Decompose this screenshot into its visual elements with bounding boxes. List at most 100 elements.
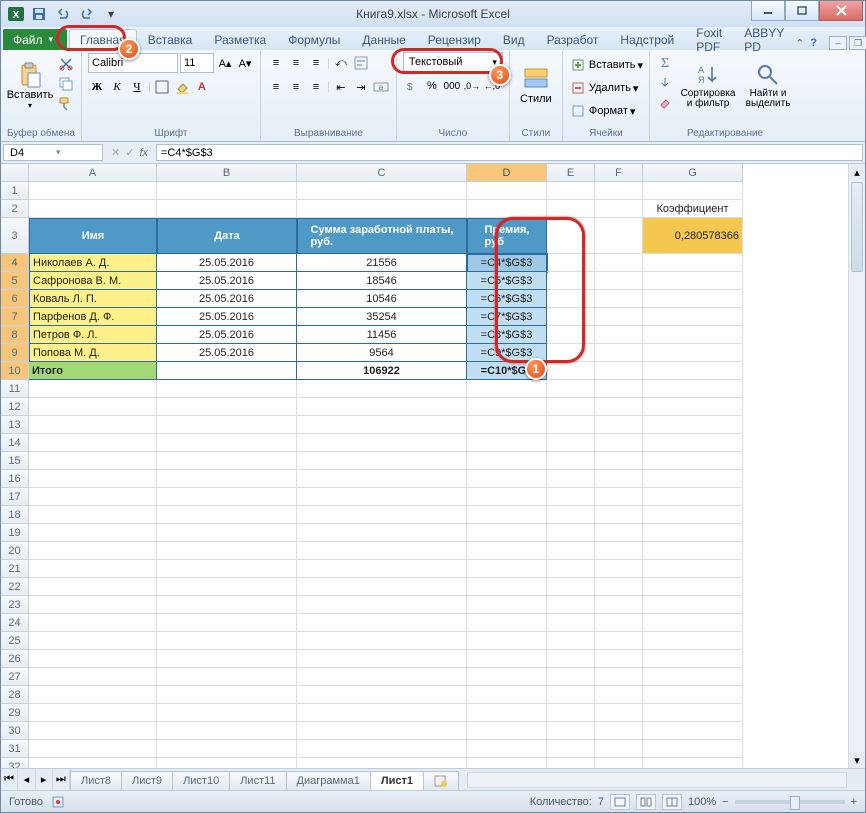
row-header[interactable]: 30 (1, 722, 29, 740)
table-cell[interactable]: Сафронова В. М. (29, 272, 157, 290)
selected-cell[interactable]: =C4*$G$3 (467, 254, 547, 272)
cell[interactable] (297, 542, 467, 560)
fx-icon[interactable]: fx (139, 147, 148, 159)
cell[interactable] (297, 740, 467, 758)
cell[interactable] (595, 758, 643, 768)
cell[interactable] (157, 686, 297, 704)
cell[interactable] (595, 470, 643, 488)
cell[interactable] (29, 416, 157, 434)
cell[interactable] (297, 506, 467, 524)
cell[interactable] (595, 488, 643, 506)
table-cell[interactable]: 11456 (297, 326, 467, 344)
table-cell[interactable]: 9564 (297, 344, 467, 362)
help-icon[interactable]: ? (810, 37, 817, 49)
row-header[interactable]: 1 (1, 182, 29, 200)
cell[interactable] (547, 434, 595, 452)
number-format-select[interactable]: Текстовый ▾ (403, 52, 503, 72)
cell[interactable] (467, 704, 547, 722)
zoom-level[interactable]: 100% (688, 796, 716, 808)
cell[interactable] (29, 506, 157, 524)
cell[interactable] (547, 200, 595, 218)
cell[interactable] (157, 524, 297, 542)
table-cell[interactable]: 25.05.2016 (157, 254, 297, 272)
cell[interactable] (29, 398, 157, 416)
cell[interactable] (467, 200, 547, 218)
cell[interactable] (297, 470, 467, 488)
view-normal-icon[interactable] (610, 794, 630, 810)
cell[interactable] (157, 182, 297, 200)
table-cell[interactable]: Парфенов Д. Ф. (29, 308, 157, 326)
table-cell[interactable]: 25.05.2016 (157, 308, 297, 326)
cell[interactable] (547, 650, 595, 668)
selected-cell[interactable]: =C8*$G$3 (467, 326, 547, 344)
cell[interactable] (643, 434, 743, 452)
row-header[interactable]: 9 (1, 344, 29, 362)
col-header-G[interactable]: G (643, 164, 743, 182)
selected-cell[interactable]: =C10*$G$ (467, 362, 547, 380)
cell[interactable] (643, 632, 743, 650)
cell[interactable] (547, 632, 595, 650)
cell[interactable] (547, 182, 595, 200)
table-cell[interactable]: Попова М. Д. (29, 344, 157, 362)
cell[interactable] (297, 578, 467, 596)
row-header[interactable]: 25 (1, 632, 29, 650)
table-cell[interactable]: 21556 (297, 254, 467, 272)
zoom-in-icon[interactable]: + (851, 796, 857, 808)
increase-font-icon[interactable]: A▴ (216, 54, 234, 72)
table-cell[interactable]: 10546 (297, 290, 467, 308)
cell[interactable] (547, 416, 595, 434)
sheet-tab[interactable]: Лист11 (229, 771, 286, 790)
cell[interactable] (595, 632, 643, 650)
row-header[interactable]: 8 (1, 326, 29, 344)
cell[interactable] (547, 542, 595, 560)
sheet-tab[interactable]: Диаграмма1 (286, 771, 371, 790)
cell[interactable] (467, 380, 547, 398)
row-header[interactable]: 15 (1, 452, 29, 470)
cell[interactable] (157, 578, 297, 596)
fill-icon[interactable] (656, 74, 674, 92)
cell[interactable] (595, 650, 643, 668)
table-cell[interactable] (643, 308, 743, 326)
table-cell[interactable]: 25.05.2016 (157, 290, 297, 308)
cell[interactable] (29, 560, 157, 578)
table-cell[interactable] (643, 272, 743, 290)
cell[interactable] (157, 758, 297, 768)
table-cell[interactable]: Коваль Л. П. (29, 290, 157, 308)
cell[interactable] (643, 398, 743, 416)
row-header[interactable]: 4 (1, 254, 29, 272)
row-header[interactable]: 17 (1, 488, 29, 506)
cell[interactable] (595, 560, 643, 578)
cell[interactable] (547, 758, 595, 768)
col-header-B[interactable]: B (157, 164, 297, 182)
select-all-corner[interactable] (1, 164, 29, 182)
scroll-thumb[interactable] (851, 182, 863, 272)
align-middle-icon[interactable]: ≡ (287, 54, 305, 72)
selected-cell[interactable]: =C9*$G$3 (467, 344, 547, 362)
cut-icon[interactable] (57, 55, 75, 73)
decrease-font-icon[interactable]: A▾ (236, 54, 254, 72)
cell[interactable] (157, 668, 297, 686)
cell[interactable] (547, 380, 595, 398)
decrease-indent-icon[interactable]: ⇤ (332, 78, 350, 96)
bold-icon[interactable]: Ж (88, 78, 106, 96)
cell[interactable] (29, 686, 157, 704)
cell[interactable] (643, 686, 743, 704)
cell[interactable] (643, 380, 743, 398)
cell[interactable] (157, 380, 297, 398)
accept-formula-icon[interactable]: ✓ (125, 146, 134, 159)
cell[interactable] (29, 668, 157, 686)
col-header-D[interactable]: D (467, 164, 547, 182)
table-cell[interactable] (595, 308, 643, 326)
cell[interactable] (595, 452, 643, 470)
table-cell[interactable]: 35254 (297, 308, 467, 326)
cell[interactable] (467, 434, 547, 452)
cell[interactable] (297, 434, 467, 452)
col-header-F[interactable]: F (595, 164, 643, 182)
cell[interactable] (595, 542, 643, 560)
cell[interactable] (547, 578, 595, 596)
cell[interactable] (467, 740, 547, 758)
cell[interactable] (467, 398, 547, 416)
cell[interactable] (595, 434, 643, 452)
percent-icon[interactable]: % (423, 77, 441, 95)
cell[interactable] (297, 182, 467, 200)
